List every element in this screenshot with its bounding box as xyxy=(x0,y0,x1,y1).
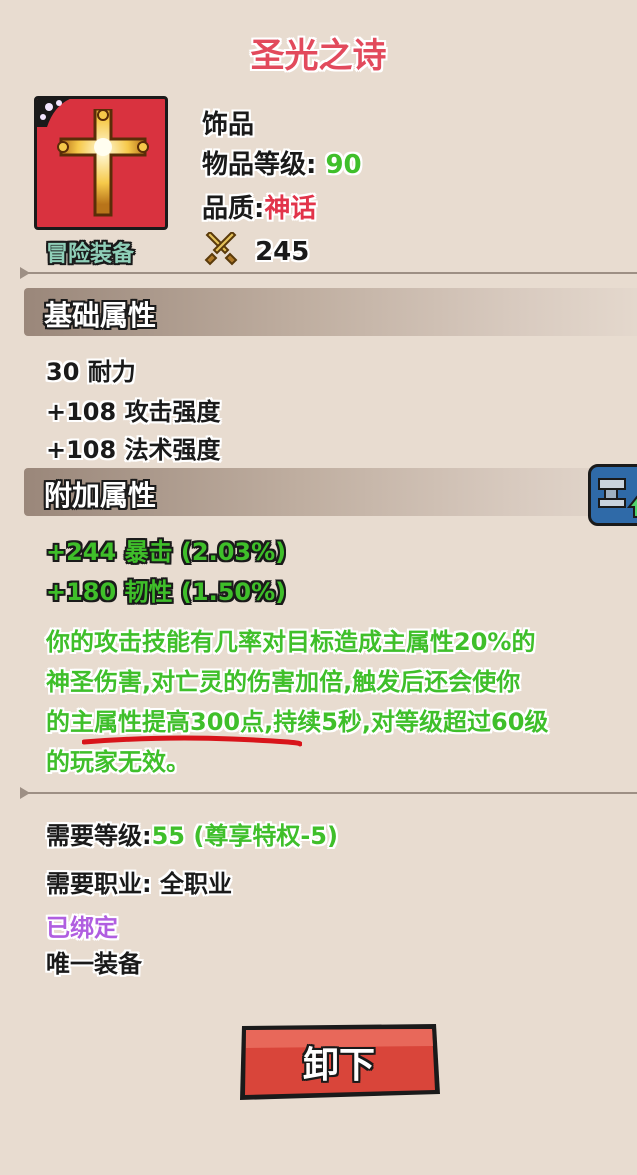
item-quality: 品质:神话 xyxy=(202,194,317,224)
unique-equip: 唯一装备 xyxy=(46,950,142,978)
holy-cross-icon xyxy=(57,109,149,217)
divider xyxy=(20,787,637,799)
base-stat-stamina: 30 耐力 xyxy=(46,358,136,386)
adventure-gear-tag: 冒险装备 xyxy=(46,242,135,267)
extra-attributes-header: 附加属性 xyxy=(24,468,637,516)
divider xyxy=(20,267,637,279)
item-icon-frame xyxy=(34,96,168,230)
effect-description: 你的攻击技能有几率对目标造成主属性20%的 神圣伤害,对亡灵的伤害加倍,触发后还… xyxy=(46,622,637,782)
item-level: 物品等级: 90 xyxy=(202,150,362,180)
description-line: 你的攻击技能有几率对目标造成主属性20%的 xyxy=(46,628,536,656)
red-underline-annotation xyxy=(82,735,302,747)
bound-status: 已绑定 xyxy=(46,914,118,942)
required-class: 需要职业: 全职业 xyxy=(46,870,232,898)
unequip-button[interactable]: 卸下 xyxy=(236,1022,442,1102)
item-slot: 饰品 xyxy=(202,110,255,140)
reforge-button[interactable] xyxy=(588,464,637,526)
description-line: 神圣伤害,对亡灵的伤害加倍,触发后还会使你 xyxy=(46,668,521,696)
anvil-upgrade-icon xyxy=(598,478,637,518)
combat-power: 245 xyxy=(204,230,309,267)
item-title: 圣光之诗 xyxy=(250,36,387,76)
base-stat-spell-power: +108 法术强度 xyxy=(46,436,221,464)
extra-stat-crit: +244 暴击 (2.03%) xyxy=(46,538,287,566)
extra-stat-resilience: +180 韧性 (1.50%) xyxy=(46,578,287,606)
base-stat-attack-power: +108 攻击强度 xyxy=(46,398,221,426)
crossed-swords-icon xyxy=(204,230,238,266)
required-level: 需要等级:55 (尊享特权-5) xyxy=(46,822,338,850)
description-line: 的玩家无效。 xyxy=(46,748,190,776)
base-attributes-header: 基础属性 xyxy=(24,288,637,336)
